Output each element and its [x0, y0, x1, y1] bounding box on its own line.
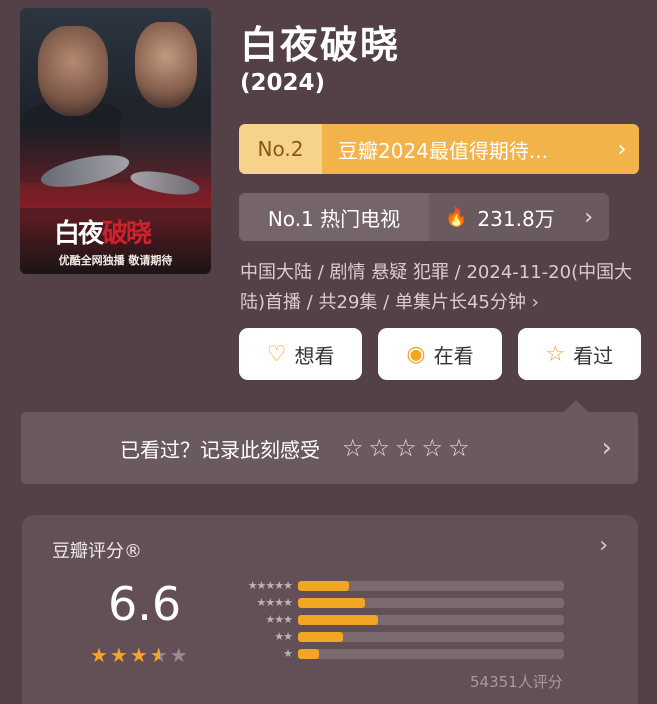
rating-bar-row: ★★★: [226, 611, 564, 628]
watched-label: 看过: [573, 343, 614, 368]
rating-bar-label: ★★★★★: [247, 579, 293, 592]
rating-distribution: ★★★★★ ★★★★ ★★★ ★★ ★: [226, 577, 564, 662]
target-icon: ◉: [406, 341, 426, 367]
want-to-watch-button[interactable]: ♡ 想看: [239, 328, 363, 380]
rating-score: 6.6: [108, 577, 182, 631]
poster[interactable]: 白夜破晓 优酷全网独播 敬请期待: [20, 8, 211, 274]
ranking-banner[interactable]: No.2 豆瓣2024最值得期待... ›: [239, 124, 639, 174]
movie-meta[interactable]: 中国大陆 / 剧情 悬疑 犯罪 / 2024-11-20(中国大陆)首播 / 共…: [240, 258, 642, 318]
page-title: 白夜破晓: [240, 23, 401, 67]
rating-bar-fill: [298, 614, 378, 625]
rating-bar-fill: [298, 631, 344, 642]
poster-title-white: 白夜: [54, 219, 104, 249]
rating-bar-label: ★★★★: [256, 596, 293, 609]
rating-bar-row: ★: [226, 645, 564, 662]
watching-label: 在看: [433, 343, 474, 368]
stars-full: ★★★: [90, 643, 150, 667]
heart-plus-icon: ♡: [266, 341, 287, 367]
rating-bar-track: [298, 580, 564, 591]
chevron-right-icon: ›: [584, 204, 593, 230]
rating-bar-label: ★★: [274, 630, 293, 643]
hot-tv-label: No.1 热门电视: [239, 193, 429, 241]
rating-bar-row: ★★★★: [226, 594, 564, 611]
poster-title: 白夜破晓: [54, 213, 152, 250]
star-outline-icon: ☆: [545, 341, 566, 367]
rating-bar-label: ★: [283, 647, 293, 660]
poster-face-left: [38, 26, 108, 116]
poster-face-right: [135, 22, 197, 108]
chevron-right-icon: ›: [605, 124, 639, 174]
rating-bar-label: ★★★: [265, 613, 293, 626]
release-year: (2024): [240, 70, 326, 96]
rating-bar-row: ★★★★★: [226, 577, 564, 594]
chevron-right-icon: ›: [531, 292, 539, 313]
rank-badge: No.2: [239, 124, 322, 174]
rank-text: 豆瓣2024最值得期待...: [322, 124, 605, 174]
fire-icon: 🔥: [445, 206, 468, 228]
rating-stars: ★★★★★: [90, 643, 190, 667]
meta-text: 中国大陆 / 剧情 悬疑 犯罪 / 2024-11-20(中国大陆)首播 / 共…: [240, 262, 633, 313]
hot-count-value: 231.8万: [477, 206, 555, 231]
rating-bar-track: [298, 648, 564, 659]
rating-bar-track: [298, 614, 564, 625]
want-to-watch-label: 想看: [294, 343, 335, 368]
action-buttons: ♡ 想看 ◉ 在看 ☆ 看过: [239, 328, 641, 380]
poster-title-red: 破晓: [102, 219, 152, 249]
rating-bar-track: [298, 631, 564, 642]
rating-count: 54351人评分: [470, 673, 563, 691]
rating-bar-fill: [298, 648, 320, 659]
rating-bar-fill: [298, 580, 349, 591]
rating-header: 豆瓣评分®: [52, 541, 142, 562]
record-feeling-bar[interactable]: 已看过？记录此刻感受 ☆☆☆☆☆ ›: [21, 412, 638, 484]
watched-button[interactable]: ☆ 看过: [517, 328, 641, 380]
record-label: 已看过？记录此刻感受: [120, 437, 320, 462]
chevron-right-icon: ›: [599, 533, 608, 558]
hot-tv-ranking[interactable]: No.1 热门电视 🔥 231.8万 ›: [239, 193, 609, 241]
star-empty-icon: ★: [169, 643, 190, 667]
rating-bar-track: [298, 597, 564, 608]
hot-count: 🔥 231.8万 ›: [429, 193, 609, 241]
douban-rating-card[interactable]: 豆瓣评分® › 6.6 ★★★★★ ★★★★★ ★★★★ ★★★ ★★ ★ 54351人…: [22, 515, 638, 704]
chevron-right-icon: ›: [601, 433, 612, 463]
rating-stars-input[interactable]: ☆☆☆☆☆: [342, 434, 475, 462]
star-half-icon: ★: [149, 643, 170, 667]
watching-button[interactable]: ◉ 在看: [378, 328, 502, 380]
rating-bar-row: ★★: [226, 628, 564, 645]
rating-bar-fill: [298, 597, 365, 608]
poster-footer: 优酷全网独播 敬请期待: [58, 254, 173, 267]
